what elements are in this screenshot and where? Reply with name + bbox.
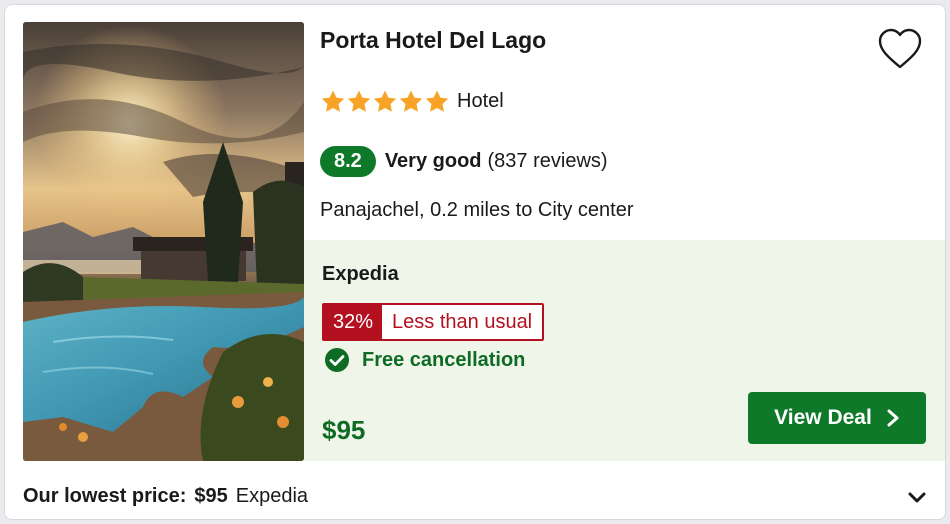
star-icon (372, 89, 398, 114)
free-cancellation: Free cancellation (324, 347, 525, 373)
star-rating (320, 89, 450, 114)
view-deal-label: View Deal (774, 406, 872, 429)
lowest-price-label: Our lowest price: (23, 485, 187, 507)
hotel-info: Porta Hotel Del Lago Hotel 8.2 Very good… (304, 5, 945, 240)
favorite-button[interactable] (876, 25, 924, 73)
heart-outline-icon (878, 28, 922, 69)
deal-provider: Expedia (322, 263, 399, 285)
chevron-down-icon (908, 492, 926, 503)
hotel-card[interactable]: Porta Hotel Del Lago Hotel 8.2 Very good… (4, 4, 946, 520)
hotel-photo-image (23, 22, 304, 461)
star-icon (398, 89, 424, 114)
star-icon (424, 89, 450, 114)
discount-percent: 32% (324, 305, 383, 339)
deal-price: $95 (322, 415, 366, 445)
lowest-price-provider: Expedia (235, 485, 309, 507)
property-type: Hotel (457, 90, 504, 112)
expand-prices-button[interactable] (905, 487, 929, 507)
lowest-price-summary: Our lowest price: $95 Expedia (23, 485, 308, 508)
review-count: (837 reviews) (487, 150, 608, 172)
deal-panel[interactable]: Expedia 32% Less than usual Free cancell… (304, 240, 945, 461)
star-rating-row: Hotel (320, 89, 504, 114)
hotel-location: Panajachel, 0.2 miles to City center (320, 199, 634, 221)
score-badge: 8.2 (320, 146, 376, 177)
discount-label: Less than usual (392, 311, 533, 333)
cancellation-text: Free cancellation (362, 348, 526, 371)
guest-rating[interactable]: 8.2 Very good (837 reviews) (320, 146, 608, 177)
hotel-photo[interactable] (23, 22, 304, 461)
check-circle-icon (324, 347, 350, 373)
discount-badge: 32% Less than usual (322, 303, 545, 341)
chevron-right-icon (886, 409, 900, 427)
view-deal-button[interactable]: View Deal (748, 392, 926, 444)
hotel-name[interactable]: Porta Hotel Del Lago (320, 27, 546, 54)
rating-word: Very good (384, 150, 482, 172)
lowest-price-footer[interactable]: Our lowest price: $95 Expedia (5, 461, 945, 519)
lowest-price-amount: $95 (194, 485, 228, 507)
star-icon (320, 89, 346, 114)
star-icon (346, 89, 372, 114)
